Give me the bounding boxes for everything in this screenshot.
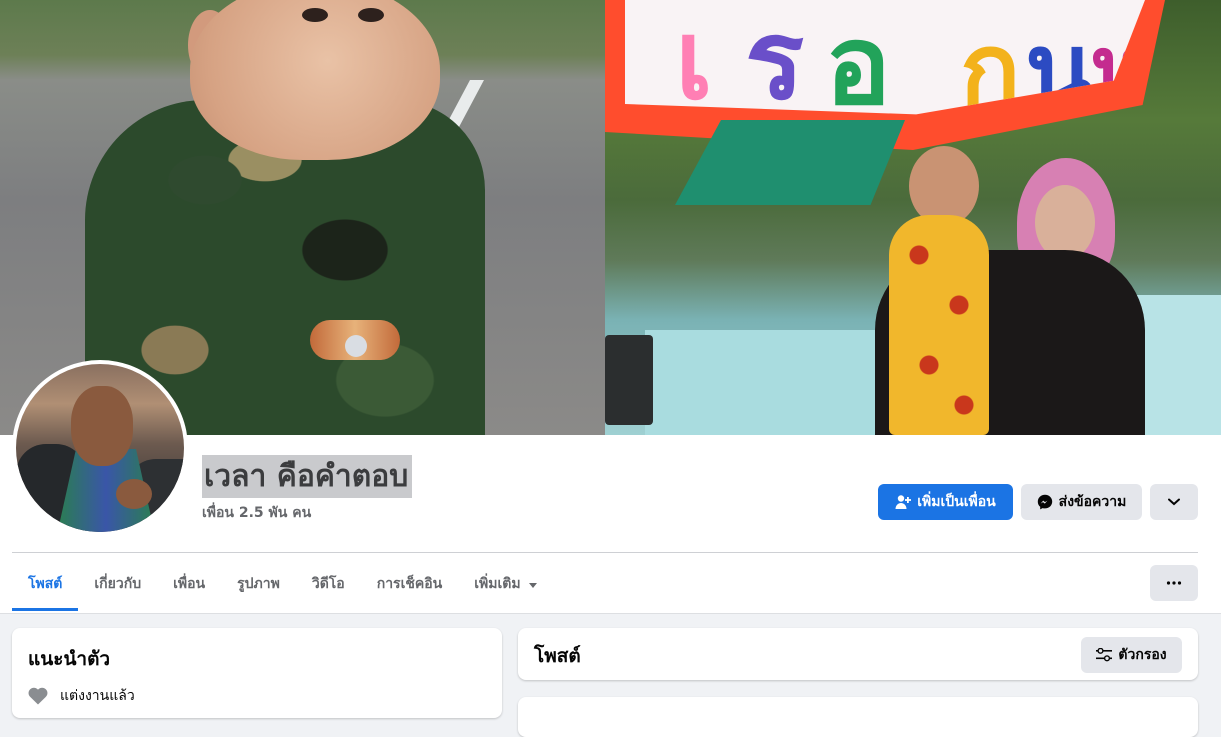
posts-title: โพสต์ [534,645,581,667]
add-friend-label: เพิ่มเป็นเพื่อน [917,494,996,510]
messenger-icon [1037,494,1052,510]
add-friend-button[interactable]: เพิ่มเป็นเพื่อน [878,484,1013,520]
intro-title: แนะนำตัว [28,648,111,670]
message-button[interactable]: ส่งข้อความ [1021,484,1142,520]
tab-more-label: เพิ่มเติม [474,576,521,592]
tab-more[interactable]: เพิ่มเติม [458,560,552,608]
profile-name: เวลา คือคำตอบ [202,455,413,498]
intro-card: แนะนำตัว แต่งงานแล้ว [12,628,502,718]
filter-button[interactable]: ตัวกรอง [1081,637,1182,673]
filter-label: ตัวกรอง [1118,647,1167,663]
cover-photo-right: เ ร อ ก น ห [605,0,1221,435]
tab-posts[interactable]: โพสต์ [12,560,79,611]
posts-card: โพสต์ ตัวกรอง [518,628,1198,680]
tab-friends[interactable]: เพื่อน [157,560,221,608]
add-person-icon [895,495,912,509]
profile-dropdown-button[interactable] [1150,484,1198,520]
heart-icon [28,687,48,705]
filter-sliders-icon [1096,648,1113,662]
relationship-row: แต่งงานแล้ว [28,685,135,707]
friends-count[interactable]: เพื่อน 2.5 พัน คน [202,502,311,524]
chevron-down-icon [1168,498,1180,506]
profile-avatar[interactable] [12,360,188,536]
tab-videos[interactable]: วิดีโอ [296,560,361,608]
more-options-button[interactable] [1150,565,1198,601]
profile-tabs: โพสต์ เกี่ยวกับ เพื่อน รูปภาพ วิดีโอ การ… [12,560,553,612]
caret-down-icon [528,582,537,588]
more-dots-icon [1166,581,1182,585]
tab-checkins[interactable]: การเช็คอิน [361,560,459,608]
tab-about[interactable]: เกี่ยวกับ [78,560,157,608]
header-divider [12,552,1198,553]
post-composer-card [518,697,1198,737]
relationship-status: แต่งงานแล้ว [60,688,135,704]
cover-photo[interactable]: เ ร อ ก น ห [0,0,1221,435]
tab-photos[interactable]: รูปภาพ [221,560,296,608]
message-label: ส่งข้อความ [1058,494,1127,510]
